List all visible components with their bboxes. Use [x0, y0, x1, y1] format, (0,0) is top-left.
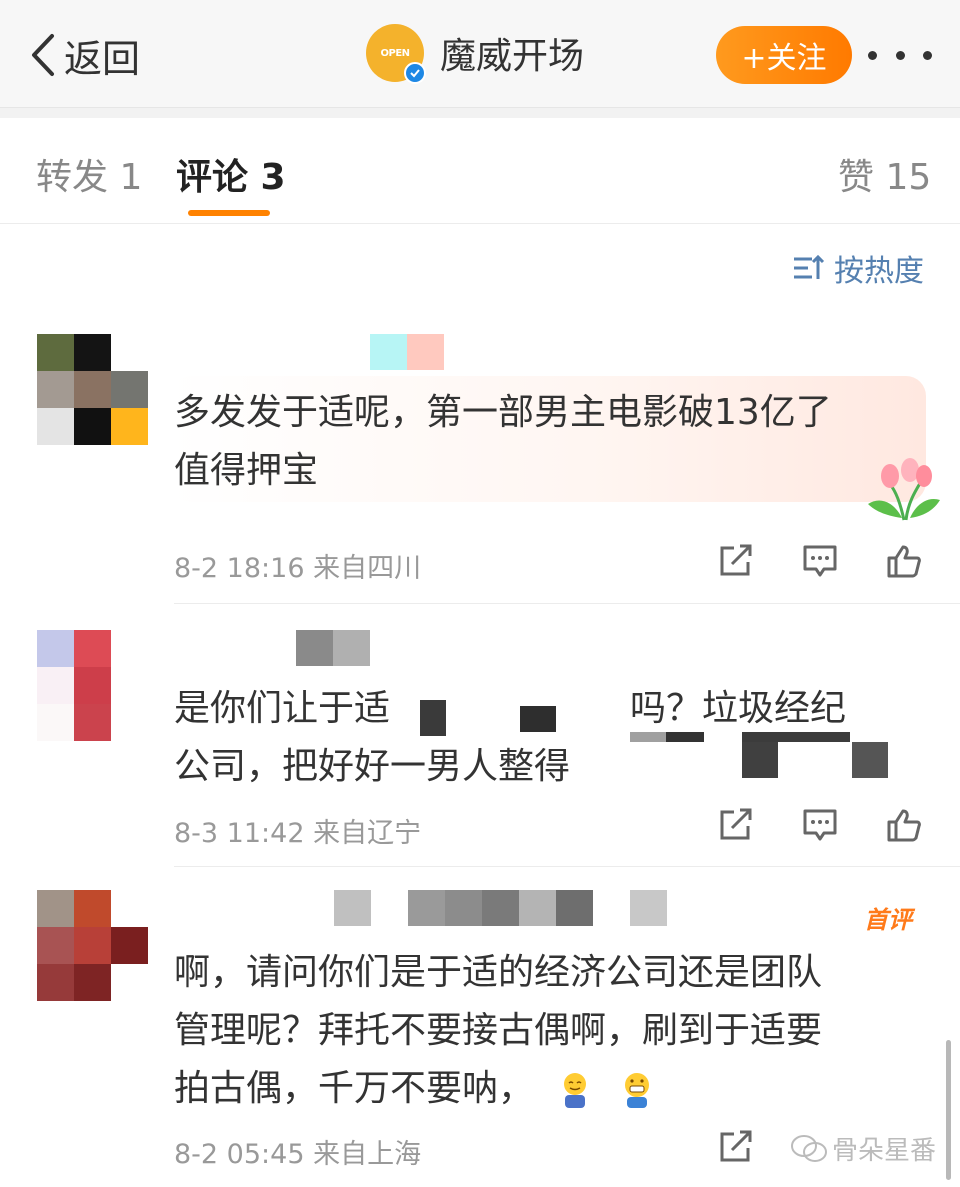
- account-logo-text: OPEN: [380, 47, 410, 59]
- tab-bar: 转发 1 评论 3 赞 15: [0, 118, 960, 224]
- comment-actions: [718, 544, 922, 578]
- comment-line: 管理呢？拜托不要接古偶啊，刷到于适要: [174, 1010, 823, 1051]
- comment-text: 是你们让于适 公司，把好好一男人整得: [174, 680, 570, 796]
- like-icon: [887, 545, 921, 578]
- follow-button[interactable]: +关注: [716, 26, 852, 84]
- text-mosaic: [666, 732, 704, 742]
- commenter-name-mosaic[interactable]: [334, 890, 667, 926]
- comment-line: 啊，请问你们是于适的经济公司还是团队: [174, 952, 823, 993]
- comment-divider: [174, 603, 960, 604]
- like-button[interactable]: [886, 544, 922, 578]
- back-label: 返回: [64, 36, 141, 81]
- account-name: 魔威开场: [440, 36, 585, 77]
- watermark: 骨朵星番: [790, 1130, 936, 1167]
- comment-text: 啊，请问你们是于适的经济公司还是团队 管理呢？拜托不要接古偶啊，刷到于适要 拍古…: [174, 944, 822, 1118]
- comment-line-with-emoji: 拍古偶，千万不要呐，: [174, 1060, 822, 1118]
- comment-actions: [718, 808, 922, 842]
- share-button[interactable]: [718, 1130, 754, 1164]
- scrollbar[interactable]: [946, 1040, 951, 1180]
- commenter-name-mosaic[interactable]: [370, 334, 444, 370]
- comment-line-tail: 吗？垃圾经纪: [630, 688, 847, 729]
- reply-button[interactable]: [802, 808, 838, 842]
- comment-divider: [174, 866, 960, 867]
- share-icon: [720, 808, 752, 840]
- watermark-text: 骨朵星番: [832, 1136, 937, 1166]
- emoji-icon: [564, 1073, 587, 1108]
- comment-text: 多发发于适呢，第一部男主电影破13亿了 值得押宝: [174, 384, 832, 500]
- comment-line: 值得押宝: [174, 450, 319, 491]
- sort-by-popularity-button[interactable]: 按热度: [792, 246, 924, 290]
- back-button[interactable]: 返回: [28, 30, 141, 81]
- commenter-avatar[interactable]: [37, 890, 148, 1001]
- account-avatar[interactable]: OPEN: [366, 24, 426, 84]
- comment-meta: 8-2 18:16 来自四川: [174, 553, 422, 584]
- verified-icon: [404, 62, 426, 84]
- share-icon: [720, 544, 752, 576]
- comment-icon: [803, 809, 837, 841]
- text-mosaic: [520, 706, 556, 732]
- account-header[interactable]: OPEN 魔威开场: [366, 24, 585, 84]
- tab-reposts[interactable]: 转发 1: [36, 148, 142, 200]
- comment-meta: 8-2 05:45 来自上海: [174, 1139, 422, 1170]
- share-icon: [720, 1130, 752, 1162]
- tab-comments[interactable]: 评论 3: [176, 148, 286, 200]
- comment-actions: [718, 1130, 754, 1164]
- commenter-avatar[interactable]: [37, 334, 148, 445]
- tab-likes[interactable]: 赞 15: [838, 148, 931, 200]
- comment-line: 是你们让于适: [174, 688, 391, 729]
- share-button[interactable]: [718, 808, 754, 842]
- comment-line: 拍古偶，千万不要呐，: [174, 1068, 535, 1109]
- sort-icon: [794, 254, 825, 279]
- more-icon[interactable]: [868, 40, 932, 70]
- text-mosaic: [742, 732, 850, 742]
- top-nav-bar: 返回 OPEN 魔威开场 +关注: [0, 0, 960, 108]
- share-button[interactable]: [718, 544, 754, 578]
- wechat-icon: [791, 1134, 827, 1162]
- tulip-sticker-icon: [868, 458, 940, 521]
- back-chevron-icon: [32, 34, 54, 76]
- reply-button[interactable]: [802, 544, 838, 578]
- text-mosaic: [852, 742, 888, 778]
- like-button[interactable]: [886, 808, 922, 842]
- text-mosaic: [742, 742, 778, 778]
- like-icon: [887, 809, 921, 842]
- commenter-avatar[interactable]: [37, 630, 148, 741]
- text-mosaic: [420, 700, 446, 736]
- comment-icon: [803, 545, 837, 577]
- emoji-icon: [624, 1073, 649, 1108]
- comment-line: 公司，把好好一男人整得: [174, 746, 571, 787]
- section-gap: [0, 108, 960, 118]
- comment-line: 多发发于适呢，第一部男主电影破13亿了: [174, 392, 832, 433]
- active-tab-indicator: [188, 210, 270, 216]
- commenter-name-mosaic[interactable]: [296, 630, 370, 666]
- first-comment-badge: 首评: [864, 906, 912, 934]
- comment-meta: 8-3 11:42 来自辽宁: [174, 818, 422, 849]
- sort-label: 按热度: [834, 254, 924, 289]
